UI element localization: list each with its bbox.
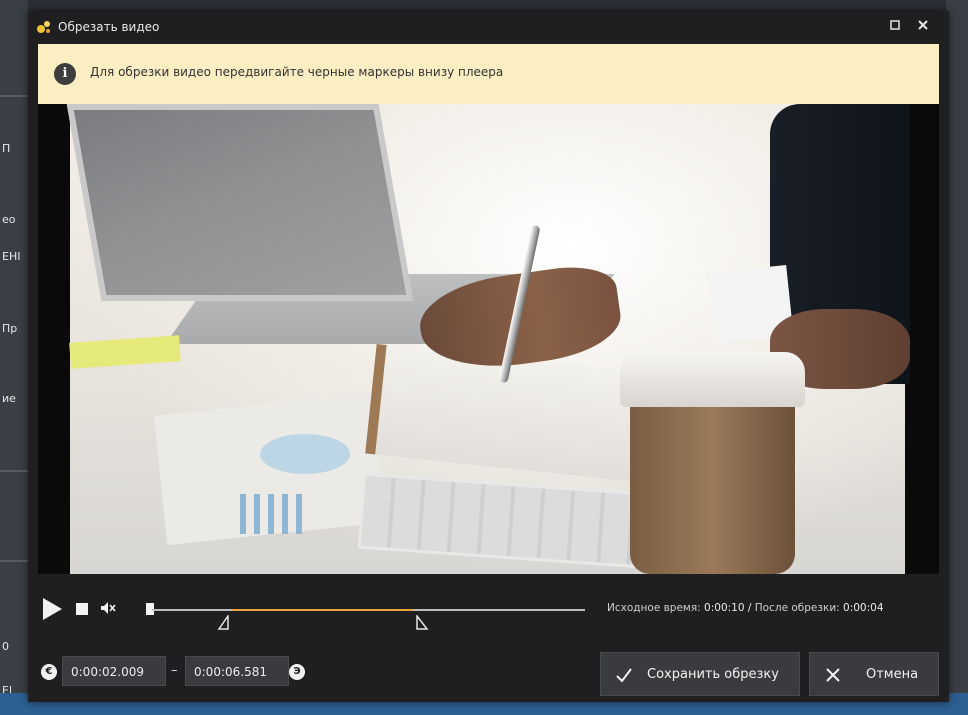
background-divider [0,560,28,562]
close-icon[interactable] [913,17,933,37]
mute-icon[interactable] [98,598,118,618]
video-scene-chart [260,434,350,474]
trim-end-marker[interactable] [412,615,430,631]
trim-video-dialog: Обрезать видео i Для обрезки видео перед… [28,11,949,702]
background-text-fragment: П [2,142,11,155]
close-icon [824,653,842,714]
play-icon[interactable] [43,598,62,620]
after-trim-label: После обрезки: [754,602,840,614]
video-scene-note [69,335,181,369]
save-trim-label: Сохранить обрезку [647,667,779,682]
background-text-fragment: Пр [2,322,18,335]
info-icon: i [54,63,76,85]
video-scene-cup-lid [620,352,805,407]
save-trim-button[interactable]: Сохранить обрезку [600,652,800,696]
trim-start-marker[interactable] [216,615,234,631]
background-text-fragment: 0 [2,640,9,653]
time-info: Исходное время: 0:00:10 / После обрезки:… [607,602,884,614]
original-time-label: Исходное время: [607,602,701,614]
checkmark-icon [615,653,633,714]
info-banner-text: Для обрезки видео передвигайте черные ма… [90,65,504,79]
player-controls: Исходное время: 0:00:10 / После обрезки:… [28,574,949,702]
background-text-fragment: ие [2,392,16,405]
trim-start-field[interactable]: 0:00:02.009 [62,656,166,686]
titlebar: Обрезать видео [28,11,949,44]
trim-selection [232,609,413,611]
step-back-icon[interactable]: € [41,664,57,680]
maximize-icon[interactable] [885,17,905,37]
background-divider [0,95,28,97]
trim-end-field[interactable]: 0:00:06.581 [185,656,289,686]
background-divider [0,470,28,472]
range-dash: – [171,663,178,678]
video-player[interactable] [38,104,939,574]
background-text-fragment: ео [2,213,16,226]
cancel-label: Отмена [866,667,919,682]
time-separator: / [747,602,752,614]
app-icon [37,21,50,33]
original-time-value: 0:00:10 [704,602,745,614]
after-trim-value: 0:00:04 [843,602,884,614]
background-app-right [946,0,968,715]
stop-icon[interactable] [76,603,88,615]
cancel-button[interactable]: Отмена [809,652,939,696]
video-frame [66,104,910,574]
background-app-left: П ео ЕНІ Пр ие 0 El [0,0,28,715]
window-title: Обрезать видео [58,20,160,34]
info-banner: i Для обрезки видео передвигайте черные … [38,44,939,104]
background-text-fragment: ЕНІ [2,250,21,263]
video-scene-laptop [66,104,414,301]
step-forward-icon[interactable]: Э [289,664,305,680]
trim-timeline[interactable] [152,609,585,611]
video-scene-bars [240,494,310,534]
